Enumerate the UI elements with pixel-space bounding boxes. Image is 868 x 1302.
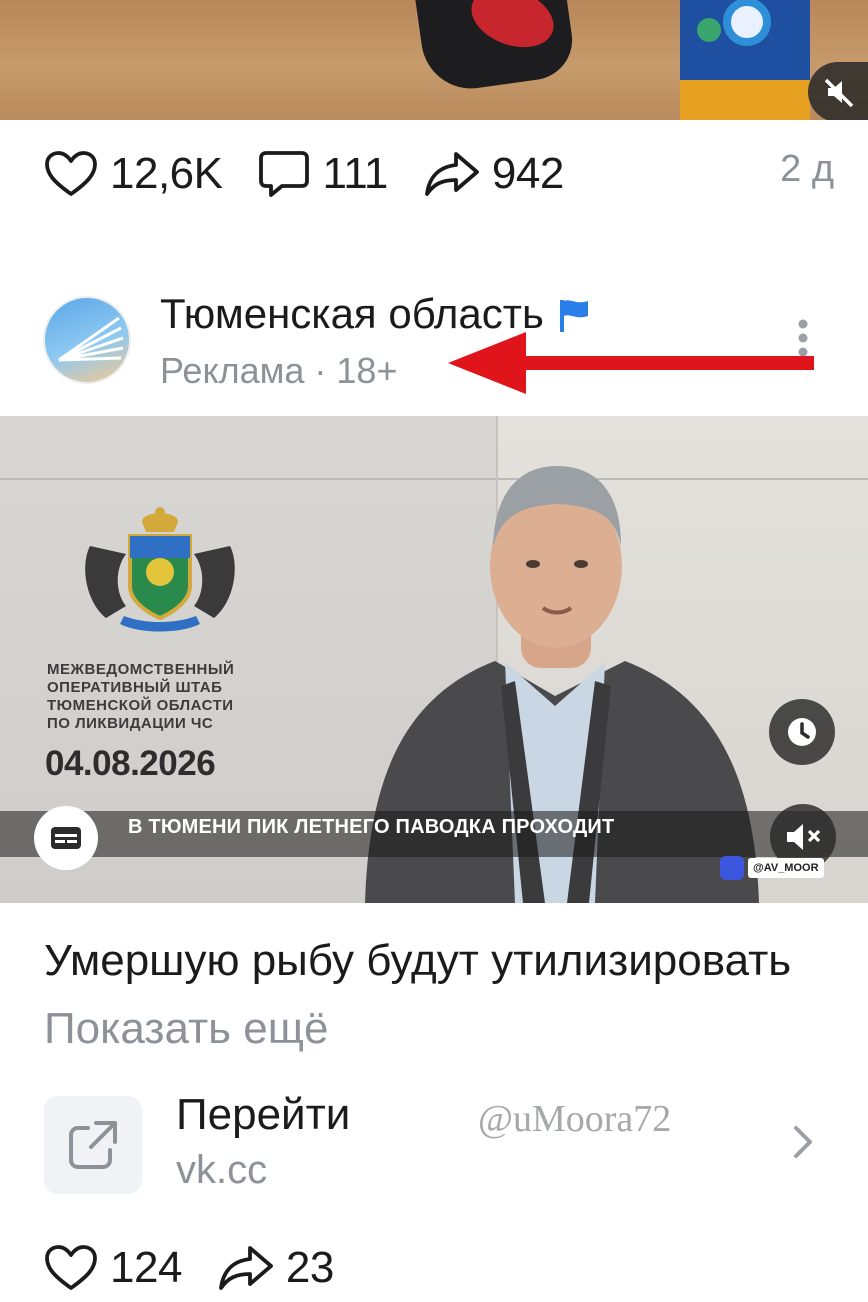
mute-icon [824,78,854,108]
external-link-icon [69,1121,117,1169]
video-caption: В ТЮМЕНИ ПИК ЛЕТНЕГО ПАВОДКА ПРОХОДИТ [128,816,615,838]
link-domain: vk.cc [176,1148,268,1192]
post-meta: Реклама · 18+ [160,350,398,391]
link-icon-box [44,1096,142,1194]
source-tag-text: @AV_MOOR [748,858,824,878]
video-object [680,80,810,120]
share-icon [424,152,479,196]
link-title: Перейти [176,1090,351,1139]
annotation-arrow [448,332,814,394]
ad-video[interactable]: МЕЖВЕДОМСТВЕННЫЙ ОПЕРАТИВНЫЙ ШТАБ ТЮМЕНС… [0,416,868,903]
heart-icon [45,151,97,196]
share-count: 23 [285,1243,334,1292]
like-button[interactable]: 12,6K [44,149,223,199]
ad-post-stats: 124 23 [44,1240,644,1296]
subtitles-icon [51,827,81,849]
avatar-logo [58,316,124,362]
link-card[interactable]: Перейти vk.cc [44,1090,834,1200]
comment-button[interactable]: 111 [258,149,388,199]
hq-title-text: МЕЖВЕДОМСТВЕННЫЙ ОПЕРАТИВНЫЙ ШТАБ ТЮМЕНС… [47,661,235,732]
heart-icon [45,1245,97,1290]
share-button[interactable]: 23 [218,1243,334,1293]
like-button[interactable]: 124 [44,1243,182,1293]
show-more-link[interactable]: Показать ещё [44,1004,328,1053]
source-logo-icon [720,856,744,880]
chevron-right-icon [794,1126,812,1158]
video-object [723,0,771,46]
video-object [697,18,721,42]
coat-of-arms-emblem [85,507,235,632]
post-time: 2 д [780,148,834,190]
like-count: 124 [110,1243,182,1292]
subtitles-button[interactable] [34,806,98,870]
share-count: 942 [491,149,564,198]
clock-icon [788,718,816,746]
hq-date: 04.08.2026 [45,744,216,783]
flag-icon [558,296,590,332]
comment-icon [259,151,310,197]
share-button[interactable]: 942 [424,149,564,199]
mute-button[interactable] [808,62,868,120]
watch-later-button[interactable] [769,699,835,765]
post-text: Умершую рыбу будут утилизировать Показат… [44,927,844,1063]
previous-post-video[interactable] [0,0,868,120]
comment-count: 111 [322,149,388,198]
avatar[interactable] [43,296,131,384]
share-icon [219,1246,273,1290]
video-source-tag: @AV_MOOR [720,856,824,880]
watermark: @uMoora72 [478,1098,672,1140]
previous-post-stats: 12,6K 111 942 2 д [44,144,844,204]
like-count: 12,6K [110,149,223,198]
post-body: Умершую рыбу будут утилизировать [44,936,792,985]
